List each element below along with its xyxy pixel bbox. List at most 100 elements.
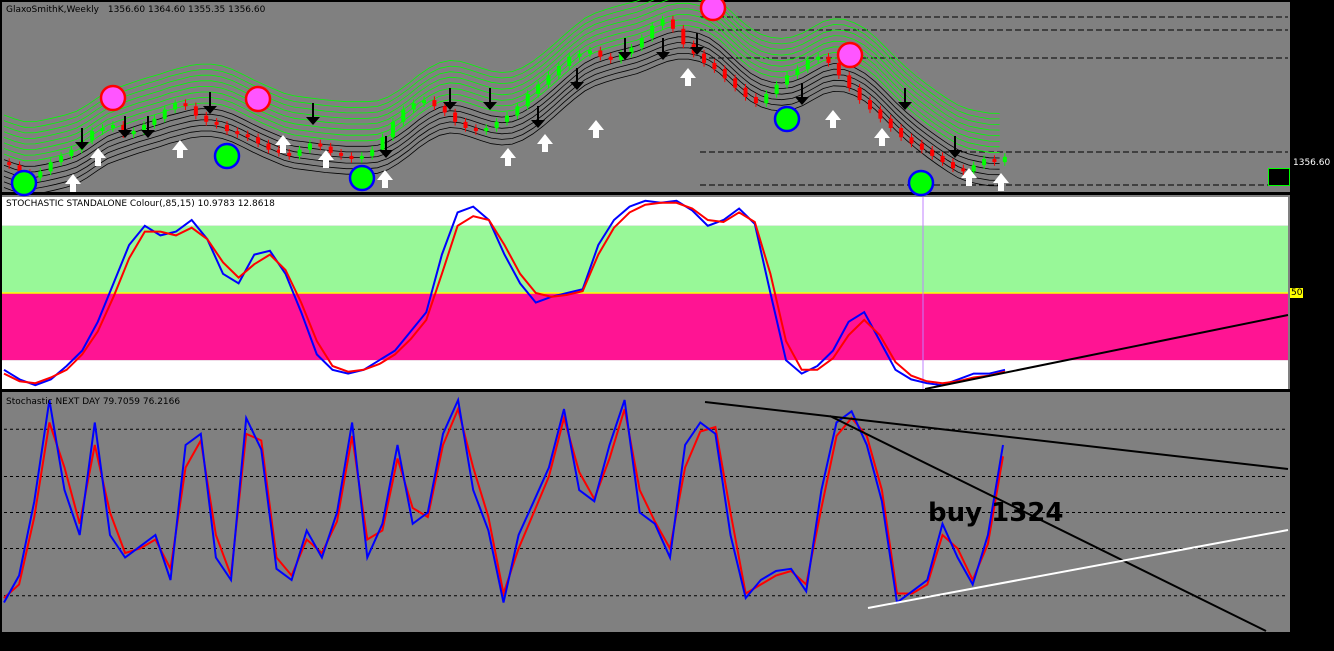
candle-body xyxy=(888,118,893,128)
candle-body xyxy=(525,93,530,107)
candle-body xyxy=(349,155,354,159)
stoch2-tick: 0 xyxy=(1294,618,1300,628)
candle-body xyxy=(940,155,945,163)
signal-circle xyxy=(10,169,38,197)
candle-body xyxy=(266,143,271,150)
candle-body xyxy=(836,62,841,76)
signal-circle xyxy=(836,41,864,69)
stoch2-tick: 50 xyxy=(1294,506,1306,516)
candle-body xyxy=(878,109,883,119)
date-label: 10 Mar 2024 xyxy=(642,635,700,645)
candle-body xyxy=(328,146,333,153)
candle-body xyxy=(256,137,261,144)
candle-body xyxy=(567,56,572,66)
chart-window: { "main": { "title": "GlaxoSmithK,Weekly… xyxy=(0,0,1334,651)
candle-body xyxy=(515,106,520,116)
date-label: 12 Feb 2023 xyxy=(194,635,251,645)
candle-body xyxy=(598,50,603,57)
candle-body xyxy=(857,87,862,101)
buy-arrow-icon xyxy=(680,68,696,86)
price-tick: 1577.60 xyxy=(1295,87,1333,97)
date-label: 20 Oct 2024 xyxy=(898,635,954,645)
candle-body xyxy=(110,124,115,128)
signal-circle xyxy=(244,85,272,113)
buy-annotation: buy 1324 xyxy=(928,498,1064,528)
chart-canvas xyxy=(2,0,1289,632)
stoch2-tick: 66 xyxy=(1294,469,1306,479)
buy-arrow-icon xyxy=(874,128,890,146)
candle-body xyxy=(992,159,997,163)
candle-body xyxy=(318,143,323,147)
candle-body xyxy=(660,19,665,26)
stoch1-level-50: 50 xyxy=(1290,288,1304,298)
stoch2-d-line xyxy=(3,405,1004,599)
candle-body xyxy=(69,149,74,156)
candle-body xyxy=(339,152,344,156)
candle-body xyxy=(359,155,364,159)
candle-body xyxy=(919,143,924,150)
price-tick: 1277.60 xyxy=(1295,185,1333,195)
candle-body xyxy=(297,149,302,156)
date-label: 30 Jun 2024 xyxy=(770,635,825,645)
candle-body xyxy=(670,19,675,29)
candle-body xyxy=(847,75,852,88)
signal-circle xyxy=(773,105,801,133)
candle-body xyxy=(442,106,447,113)
stoch2-tick: 100 xyxy=(1294,395,1312,405)
candle-body xyxy=(38,171,43,178)
candle-body xyxy=(712,62,717,70)
candle-body xyxy=(245,134,250,138)
date-label: 9 Apr 2023 xyxy=(258,635,308,645)
candle-body xyxy=(505,115,509,122)
date-label: 4 Jun 2023 xyxy=(322,635,371,645)
date-label: 14 Jan 2024 xyxy=(578,635,632,645)
candle-body xyxy=(173,103,178,110)
sell-arrow-icon xyxy=(118,116,132,138)
candle-body xyxy=(785,75,790,85)
candle-body xyxy=(867,100,872,110)
date-label: 15 Dec 2024 xyxy=(962,635,1020,645)
candle-body xyxy=(204,115,209,122)
candle-body xyxy=(411,103,416,110)
candle-body xyxy=(826,56,831,63)
candle-body xyxy=(224,124,229,132)
sell-arrow-icon xyxy=(656,38,670,60)
stochastic-standalone-title: STOCHASTIC STANDALONE Colour(,85,15) 10.… xyxy=(6,199,275,209)
candle-body xyxy=(401,109,406,122)
candle-body xyxy=(370,149,375,156)
oversold-zone-bottom xyxy=(2,360,1288,389)
candle-body xyxy=(961,168,966,172)
candle-body xyxy=(1002,156,1007,163)
date-label: 18 Dec 2022 xyxy=(130,635,188,645)
candle-body xyxy=(639,38,644,48)
candle-body xyxy=(484,128,489,132)
candle-body xyxy=(494,121,499,128)
stoch2-tick: 13 xyxy=(1294,594,1306,604)
date-label: 30 Jul 2023 xyxy=(386,635,437,645)
candle-body xyxy=(546,75,551,85)
last-price-label: 1356.60 xyxy=(1291,158,1333,168)
candle-body xyxy=(307,143,312,150)
buy-arrow-icon xyxy=(500,148,516,166)
envelope-band xyxy=(3,2,1000,139)
candle-body xyxy=(816,56,821,60)
date-label: 24 Sep 2023 xyxy=(450,635,508,645)
signal-circle xyxy=(699,0,727,22)
candle-body xyxy=(463,121,468,128)
stoch2-resistance-trendline xyxy=(704,401,1289,470)
stochastic-next-day-title: Stochastic NEXT DAY 79.7059 76.2166 xyxy=(6,397,181,407)
date-label: 25 Aug 2024 xyxy=(834,635,892,645)
candle-body xyxy=(722,69,727,79)
candle-body xyxy=(287,152,292,156)
candle-body xyxy=(432,100,437,107)
buy-arrow-icon xyxy=(825,110,841,128)
candle-body xyxy=(193,106,198,116)
date-label: 23 Oct 2022 xyxy=(66,635,122,645)
candle-body xyxy=(650,25,655,39)
signal-circle xyxy=(99,84,127,112)
candle-body xyxy=(577,53,582,57)
candle-body xyxy=(733,78,738,88)
candle-body xyxy=(453,112,458,122)
candle-body xyxy=(950,162,955,169)
candle-body xyxy=(473,128,478,132)
